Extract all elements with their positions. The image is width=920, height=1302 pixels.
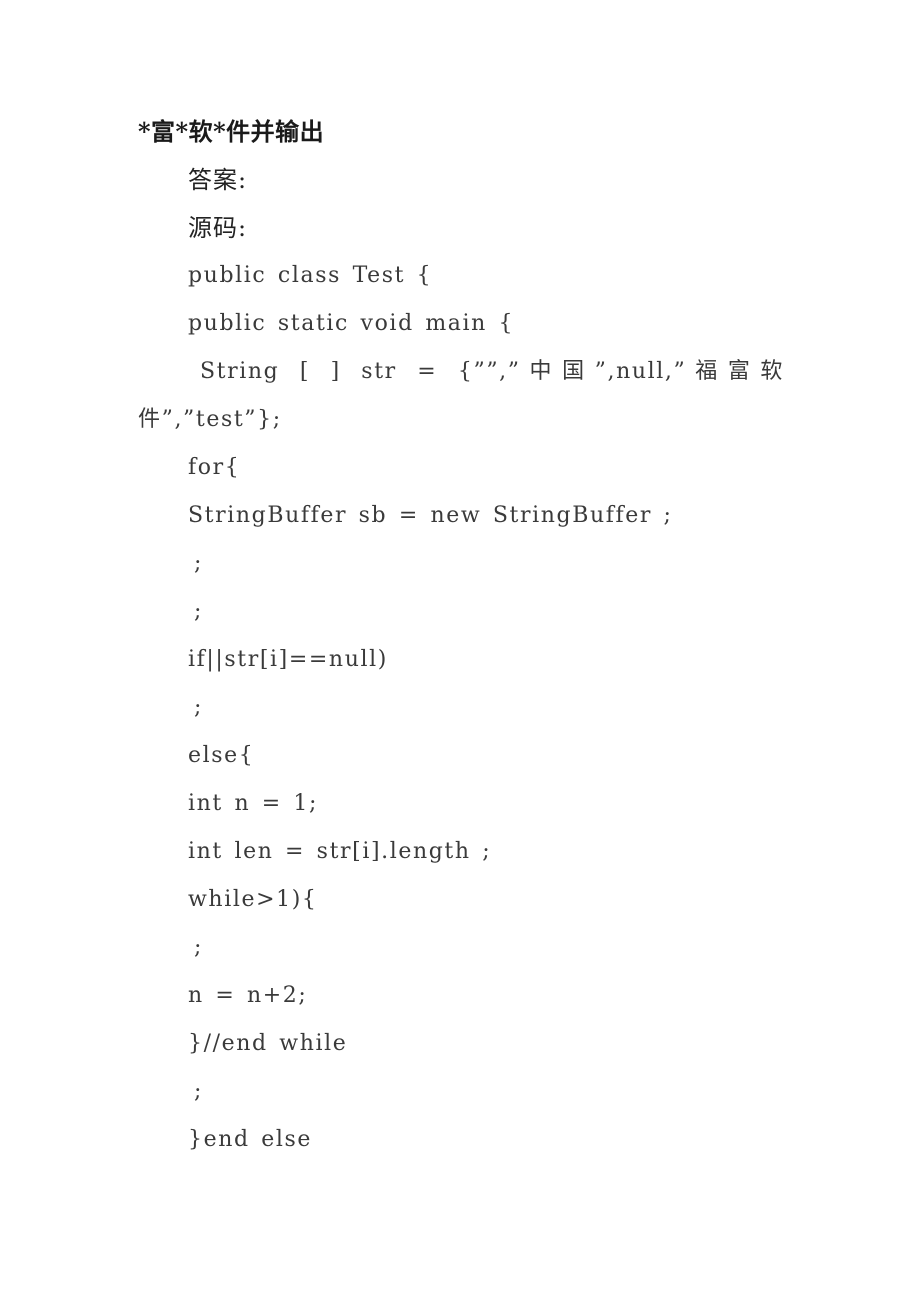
code-line-end-while-comment: }//end while [188,1031,348,1056]
code-line-semicolon-4: ; [194,935,204,960]
document-text-body: *富*软*件并输出 答案: 源码: public class Test { pu… [138,108,784,1164]
code-line-end-else: }end else [188,1127,313,1152]
code-line-class-declaration: public class Test { [188,263,433,288]
code-line-if-condition: if||str[i]==null) [188,647,388,672]
document-page: *富*软*件并输出 答案: 源码: public class Test { pu… [0,0,920,1302]
code-line-int-len: int len = str[i].length ; [188,839,492,864]
code-line-for-loop: for{ [188,455,241,480]
code-line-else: else{ [188,743,255,768]
code-line-main-method: public static void main { [188,311,515,336]
code-line-semicolon-2: ; [194,599,204,624]
code-line-semicolon-1: ; [194,551,204,576]
code-line-string-array-text: String [ ] str = {””,”中国”,null,”福富软件”,”t… [138,359,784,432]
code-line-n-increment: n = n+2; [188,983,308,1008]
code-line-stringbuffer: StringBuffer sb = new StringBuffer ; [188,503,673,528]
heading-line: *富*软*件并输出 [138,117,325,146]
code-line-string-array: String [ ] str = {””,”中国”,null,”福富软件”,”t… [138,348,784,444]
code-line-int-n: int n = 1; [188,791,319,816]
code-line-semicolon-5: ; [194,1079,204,1104]
label-answer: 答案: [188,166,248,194]
code-line-while: while>1){ [188,887,318,912]
code-line-semicolon-3: ; [194,695,204,720]
label-source: 源码: [188,214,248,242]
